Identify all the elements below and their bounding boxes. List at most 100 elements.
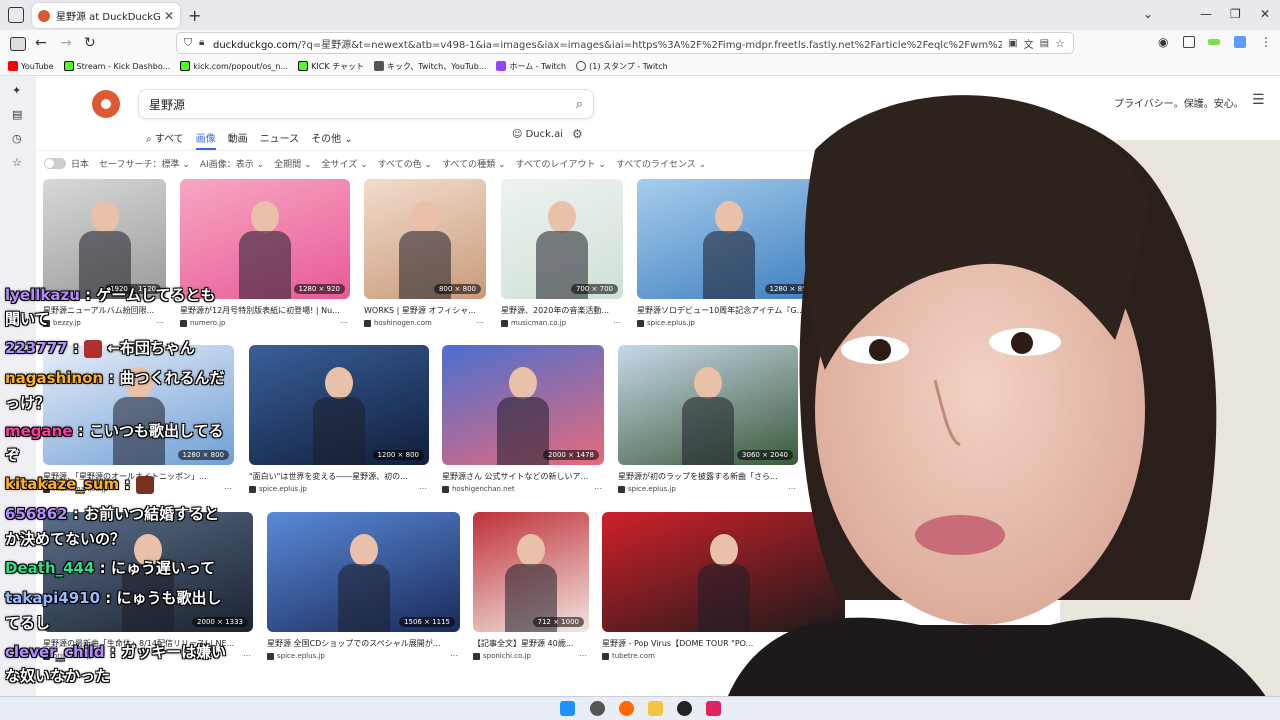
filter-size[interactable]: 全サイズ ⌄ [322,157,368,170]
app-icon[interactable] [706,701,721,716]
settings-gear-icon[interactable] [590,701,605,716]
bookmark-twitch-stamp[interactable]: (1) スタンプ - Twitch [576,61,668,72]
ai-sparkle-icon[interactable]: ✦ [12,84,21,97]
filter-safesearch[interactable]: セーフサーチ：標準 ⌄ [99,157,190,170]
image-result-source[interactable]: tubetre.com [602,652,655,660]
image-result-source[interactable]: numero.jp [180,319,226,327]
minimize-icon[interactable]: — [1200,7,1212,21]
image-result-source[interactable]: oricon.co.jp [43,652,94,660]
image-result-card[interactable]: 2000 × 1333 星野源の最新曲「生命体」8/14配信リリース! | NE.… [43,512,253,662]
more-options-icon[interactable]: ⋯ [224,484,232,493]
image-result-card[interactable]: 1200 × 800 "面白い"は世界を変える――星野源、初の... spice.e… [249,345,429,495]
close-icon[interactable]: ✕ [164,9,174,23]
image-result-card[interactable]: 1280 × 800 星野源、「星野源のオールナイトニッポン」... musicma… [43,345,234,495]
search-box[interactable]: 星野源 ⌕ [138,89,594,119]
image-result-title[interactable]: 星野源が12月号特別版表紙に初登場! | Nu... [180,305,350,316]
new-tab-plus-icon[interactable]: + [188,6,201,25]
firefox-icon[interactable] [619,701,634,716]
image-result-card[interactable]: 700 × 700 星野源、2020年の音楽活動... musicman.co.jp… [501,179,623,329]
image-thumbnail[interactable]: 1920 × 1920 [43,179,166,299]
more-options-icon[interactable]: ⋯ [579,651,587,660]
image-result-source[interactable]: bezzy.jp [43,319,81,327]
tab-videos[interactable]: 動画 [228,130,248,145]
image-result-title[interactable]: 星野源ニューアルバム紛回限... [43,305,166,316]
restore-icon[interactable]: ❐ [1230,7,1241,21]
search-icon[interactable]: ⌕ [576,97,583,112]
history-icon[interactable]: ◷ [12,132,22,145]
bookmark-star-icon[interactable]: ☆ [1055,37,1065,50]
region-toggle[interactable] [44,157,66,169]
image-thumbnail[interactable]: 700 × 700 [501,179,623,299]
image-result-title[interactable]: 星野源、「星野源のオールナイトニッポン」... [43,471,234,482]
image-thumbnail[interactable]: 1280 × 800 [43,345,234,465]
menu-icon[interactable]: ⋮ [1260,35,1272,49]
extension-blue-icon[interactable] [1234,36,1246,48]
shield-icon[interactable]: ⛉ [184,36,192,50]
tab-more[interactable]: その他 ⌄ [311,130,353,145]
duckduckgo-logo[interactable] [92,90,120,118]
image-result-title[interactable]: 星野源 全国CDショップでのスペシャル展開が... [267,638,460,649]
more-options-icon[interactable]: ⋯ [243,651,251,660]
sidebar-toggle-icon[interactable] [10,37,26,51]
translate-icon[interactable]: 文 [1024,36,1034,51]
image-result-source[interactable]: sponichi.co.jp [473,652,531,660]
bookmark-twitch-home[interactable]: ホーム - Twitch [496,61,566,72]
tab-news[interactable]: ニュース [260,130,300,145]
more-options-icon[interactable]: ⋯ [419,484,427,493]
filter-license[interactable]: すべてのライセンス ⌄ [616,157,706,170]
more-options-icon[interactable]: ⋯ [594,484,602,493]
bookmark-kick-dashboard[interactable]: Stream - Kick Dashbo... [63,61,170,71]
reload-icon[interactable]: ↻ [84,35,96,51]
bookmark-kick-popout[interactable]: kick.com/popout/os_n... [180,61,288,71]
more-options-icon[interactable]: ⋯ [156,318,164,327]
filter-type[interactable]: すべての種類 ⌄ [442,157,505,170]
image-result-source[interactable]: musicman.co.jp [43,485,108,493]
image-thumbnail[interactable]: 1506 × 1115 [267,512,460,632]
image-thumbnail[interactable]: 2000 × 1478 [442,345,604,465]
image-thumbnail[interactable]: 1200 × 800 [249,345,429,465]
tab-images[interactable]: 画像 [195,130,216,150]
bookmark-multi[interactable]: キック、Twitch、YouTub... [374,61,486,72]
image-result-card[interactable]: 712 × 1000 【記事全文】星野源 40歳... sponichi.co.jp… [473,512,589,662]
screenshot-icon[interactable]: ▣ [1008,38,1017,49]
image-thumbnail[interactable]: 2000 × 1333 [43,512,253,632]
more-options-icon[interactable]: ⋯ [340,318,348,327]
lock-icon[interactable]: 🔒︎ [199,37,204,48]
image-result-card[interactable]: 1280 × 920 星野源が12月号特別版表紙に初登場! | Nu... nume… [180,179,350,329]
window-close-icon[interactable]: ✕ [1260,7,1270,21]
file-explorer-icon[interactable] [648,701,663,716]
duck-ai-link[interactable]: ☺ Duck.ai [512,129,563,140]
image-result-card[interactable]: 1506 × 1115 星野源 全国CDショップでのスペシャル展開が... spic… [267,512,460,662]
search-input[interactable]: 星野源 [149,96,576,113]
extension-green-icon[interactable] [1208,39,1220,45]
filter-ai-images[interactable]: AI画像：表示 ⌄ [200,157,264,170]
image-result-source[interactable]: spice.eplus.jp [618,485,676,493]
image-result-title[interactable]: WORKS | 星野源 オフィシャ... [364,305,486,316]
account-icon[interactable]: ◉ [1158,35,1168,49]
bookmark-youtube[interactable]: YouTube [8,61,54,71]
image-result-title[interactable]: 星野源の最新曲「生命体」8/14配信リリース! | NE... [43,638,253,649]
image-thumbnail[interactable]: 800 × 800 [364,179,486,299]
forward-arrow-icon[interactable]: → [60,35,72,51]
chevron-down-icon[interactable]: ⌄ [1143,7,1153,21]
filter-time[interactable]: 全期間 ⌄ [274,157,311,170]
address-bar[interactable]: ⛉ 🔒︎ duckduckgo.com/?q=星野源&t=newext&atb=… [176,32,1074,54]
filter-region[interactable]: 日本 [71,157,89,170]
filter-color[interactable]: すべての色 ⌄ [378,157,432,170]
obs-icon[interactable] [677,701,692,716]
image-result-title[interactable]: 星野源さん 公式サイトなどの新しいア... [442,471,604,482]
image-result-title[interactable]: 【記事全文】星野源 40歳... [473,638,589,649]
image-thumbnail[interactable]: 712 × 1000 [473,512,589,632]
image-result-card[interactable]: 2000 × 1478 星野源さん 公式サイトなどの新しいア... hoshigen… [442,345,604,495]
bookmark-kick-chat[interactable]: KICK チャット [298,61,364,72]
image-result-source[interactable]: musicman.co.jp [501,319,566,327]
image-result-source[interactable]: hoshigenchan.net [442,485,515,493]
bookmarks-star-icon[interactable]: ☆ [12,156,22,169]
extensions-icon[interactable] [1183,36,1195,48]
more-options-icon[interactable]: ⋯ [613,318,621,327]
back-arrow-icon[interactable]: ← [35,35,47,51]
image-result-source[interactable]: hoshinogen.com [364,319,432,327]
tab-all[interactable]: ⌕ すべて [146,130,184,145]
image-thumbnail[interactable]: 1280 × 920 [180,179,350,299]
filter-layout[interactable]: すべてのレイアウト ⌄ [516,157,606,170]
